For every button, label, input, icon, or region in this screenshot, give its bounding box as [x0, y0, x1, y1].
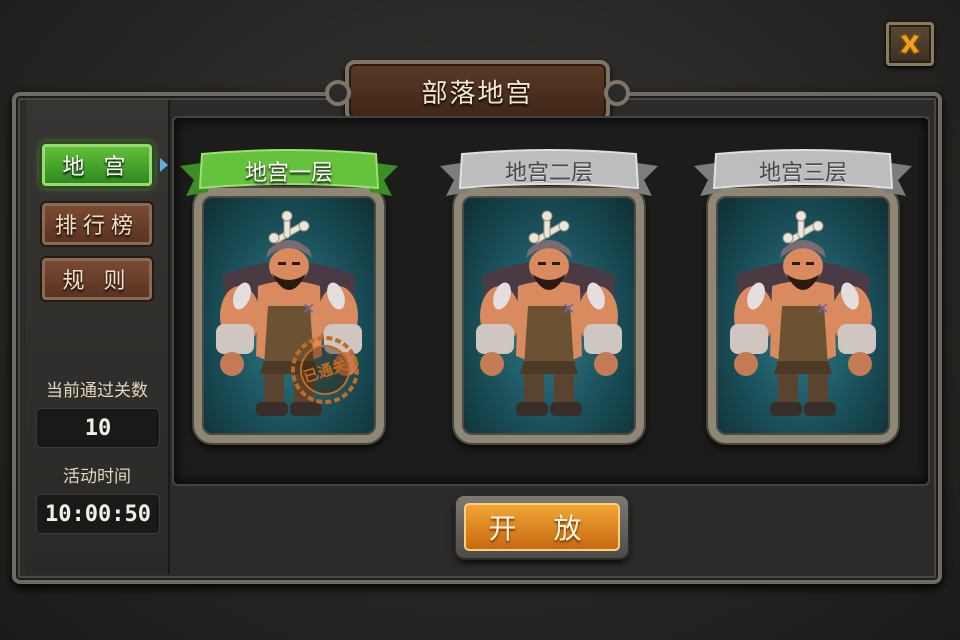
floor-3-name: 地宫三层 — [758, 161, 847, 186]
close-icon — [898, 33, 922, 55]
floor-card-1[interactable]: 地宫一层 已通关 — [180, 148, 398, 448]
event-time-value: 10:00:50 — [36, 494, 160, 534]
floor-card-2[interactable]: 地宫二层 — [440, 148, 658, 448]
passed-count-label: 当前通过关数 — [46, 381, 148, 401]
close-button[interactable] — [886, 22, 934, 66]
open-button-face: 开 放 — [464, 503, 620, 551]
floor-1-banner: 地宫一层 — [180, 148, 398, 196]
floor-3-banner: 地宫三层 — [694, 148, 912, 196]
barbarian-boss-portrait — [729, 210, 877, 417]
floor-3-portrait — [708, 188, 898, 443]
floor-2-name: 地宫二层 — [504, 161, 593, 186]
tab-dungeon[interactable]: 地 宫 — [42, 144, 152, 186]
tab-ranking-label: 排行榜 — [54, 214, 139, 239]
sidebar: 地 宫 排行榜 规 则 当前通过关数 10 活动时间 10:00:50 — [26, 100, 170, 574]
tab-rules-label: 规 则 — [62, 269, 132, 294]
floor-1-portrait — [194, 188, 384, 443]
page-title: 部落地宫 — [421, 78, 534, 109]
tab-ranking[interactable]: 排行榜 — [42, 203, 152, 245]
active-tab-arrow-icon — [160, 158, 168, 172]
passed-count-value: 10 — [36, 408, 160, 448]
floor-card-3[interactable]: 地宫三层 — [694, 148, 912, 448]
open-button-label: 开 放 — [488, 512, 596, 545]
tab-dungeon-label: 地 宫 — [62, 155, 132, 180]
title-plaque: 部落地宫 — [325, 60, 630, 122]
open-button[interactable]: 开 放 — [456, 496, 628, 558]
floor-2-portrait — [454, 188, 644, 443]
tab-rules[interactable]: 规 则 — [42, 258, 152, 300]
event-time-label: 活动时间 — [63, 467, 131, 487]
floor-1-name: 地宫一层 — [244, 161, 333, 186]
barbarian-boss-portrait — [475, 210, 623, 417]
floor-2-banner: 地宫二层 — [440, 148, 658, 196]
